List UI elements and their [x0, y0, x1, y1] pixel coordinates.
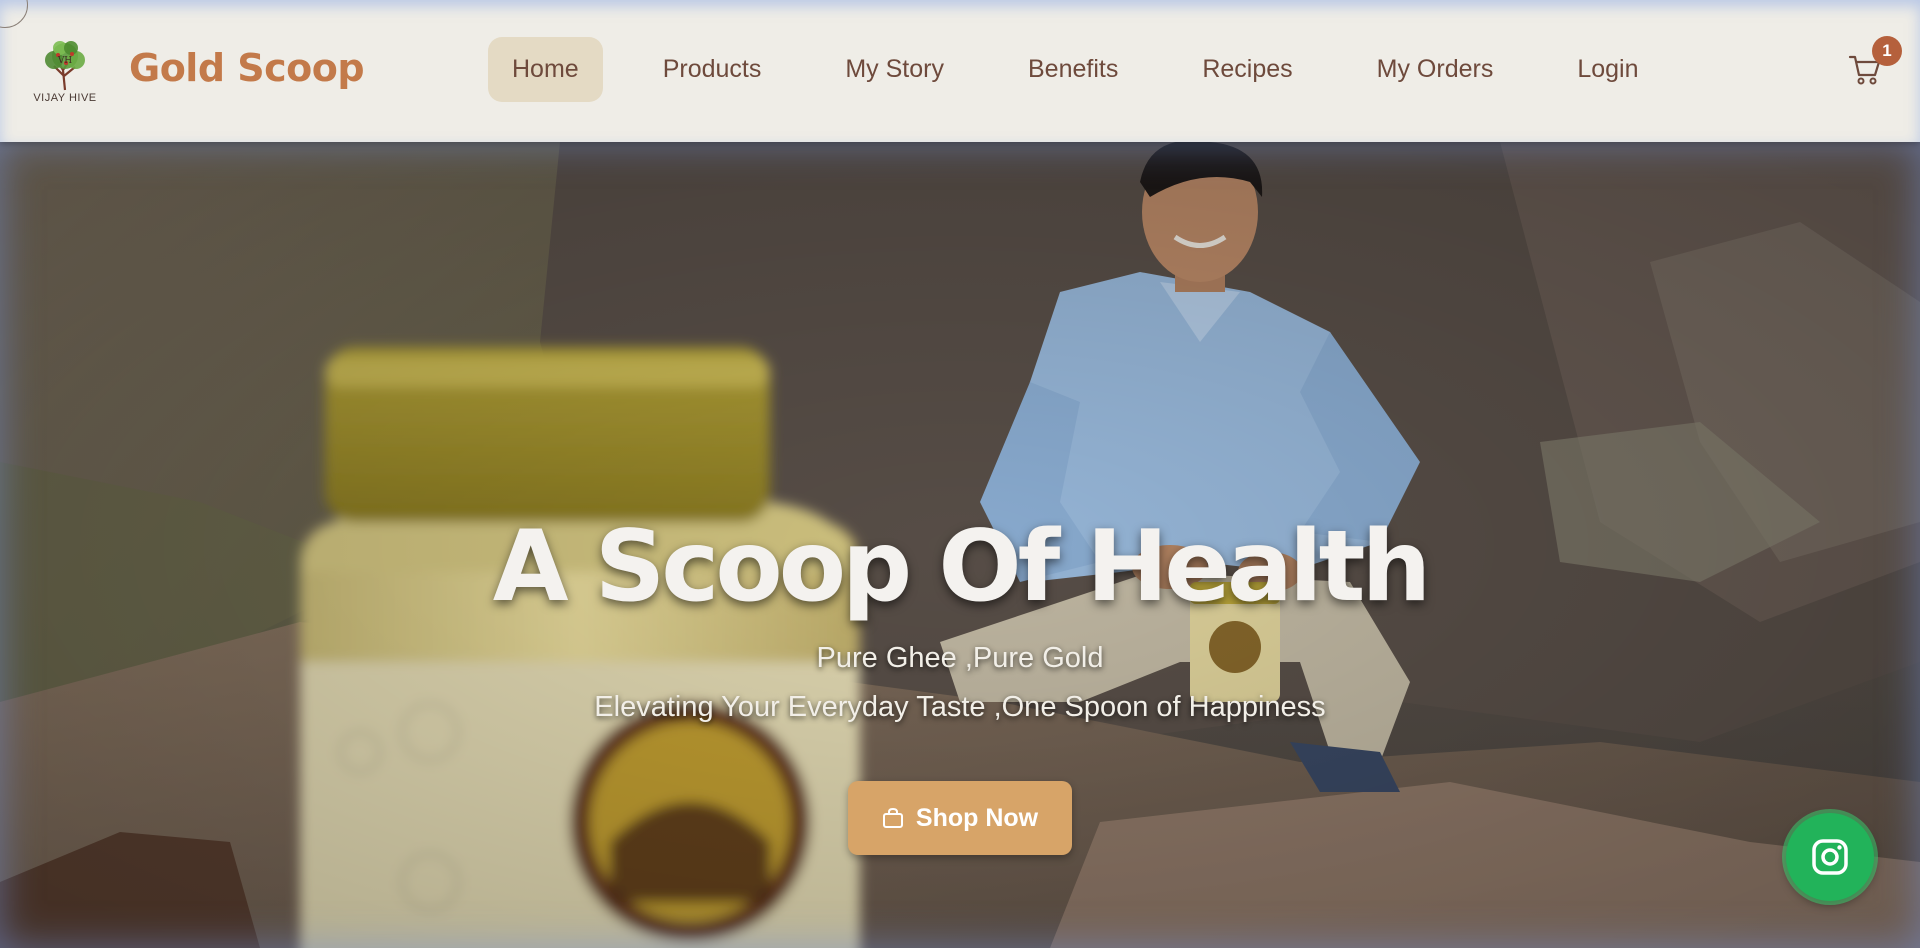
hero-section: A Scoop Of Health Pure Ghee ,Pure Gold E…	[0, 142, 1920, 948]
corner-ring-decoration	[0, 0, 28, 28]
hero-subtitle-1: Pure Ghee ,Pure Gold	[816, 642, 1104, 674]
brand-name[interactable]: Gold Scoop	[129, 46, 365, 90]
nav-benefits[interactable]: Benefits	[1004, 37, 1142, 102]
nav-my-orders[interactable]: My Orders	[1353, 37, 1518, 102]
shop-now-label: Shop Now	[915, 803, 1039, 832]
logo-text: VIJAY HIVE	[33, 92, 97, 104]
shop-now-button[interactable]: Shop Now	[848, 781, 1072, 855]
instagram-icon	[1812, 839, 1848, 875]
nav-my-story[interactable]: My Story	[821, 37, 968, 102]
instagram-floating-button[interactable]	[1786, 813, 1874, 901]
hero-title: A Scoop Of Health	[492, 510, 1431, 624]
site-header: VH VIJAY HIVE Gold Scoop Home Products M…	[0, 0, 1920, 142]
svg-text:VH: VH	[57, 56, 72, 66]
shopping-bag-icon	[882, 807, 903, 828]
page: VH VIJAY HIVE Gold Scoop Home Products M…	[0, 0, 1920, 948]
nav-products[interactable]: Products	[639, 37, 786, 102]
main-nav: Home Products My Story Benefits Recipes …	[488, 37, 1663, 102]
vijay-hive-logo[interactable]: VH VIJAY HIVE	[30, 36, 100, 106]
nav-recipes[interactable]: Recipes	[1178, 37, 1316, 102]
cart-count-badge: 1	[1872, 36, 1902, 66]
nav-login[interactable]: Login	[1553, 37, 1662, 102]
hero-subtitle-2: Elevating Your Everyday Taste ,One Spoon…	[594, 691, 1326, 723]
tree-logo-icon: VH	[45, 41, 85, 91]
nav-home[interactable]: Home	[488, 37, 603, 102]
